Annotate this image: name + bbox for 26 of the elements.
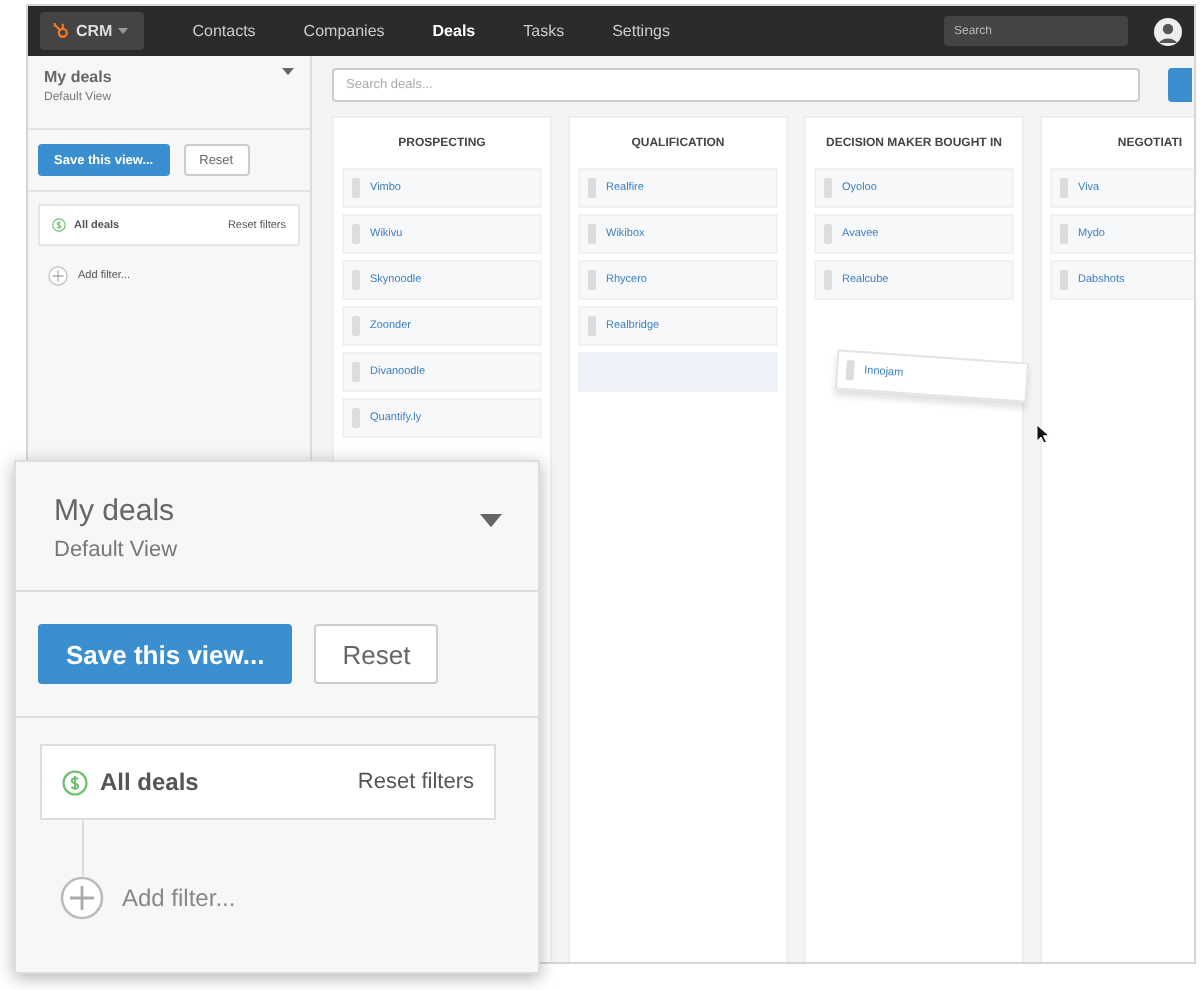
action-button[interactable] — [1168, 68, 1192, 102]
view-title: My deals — [44, 68, 112, 86]
crm-menu[interactable]: CRM — [40, 12, 145, 50]
avatar-icon[interactable] — [1154, 17, 1182, 45]
nav-tab[interactable]: Companies — [303, 22, 385, 40]
crm-label: CRM — [76, 22, 113, 40]
add-icon[interactable] — [48, 266, 68, 286]
filter-label: All deals — [100, 768, 199, 796]
reset-filters-link[interactable]: Reset filters — [357, 770, 474, 794]
save-view-button[interactable]: Save this view... — [38, 624, 293, 684]
view-title: My deals — [54, 494, 177, 528]
reset-button[interactable]: Reset — [314, 624, 439, 684]
dollar-icon — [62, 769, 88, 795]
view-subtitle: Default View — [54, 538, 178, 562]
sprocket-logo-icon — [52, 22, 70, 40]
caret-icon[interactable] — [480, 514, 502, 528]
nav-tab[interactable]: Settings — [612, 22, 670, 40]
dollar-icon — [52, 218, 66, 232]
drag-handle-icon[interactable] — [845, 360, 855, 381]
caret-icon[interactable] — [282, 68, 294, 76]
caret-icon — [118, 28, 129, 34]
nav-tab[interactable]: Deals — [432, 22, 476, 40]
add-filter-link[interactable]: Add filter... — [122, 884, 236, 912]
add-icon[interactable] — [60, 876, 104, 920]
nav-tab[interactable]: Contacts — [192, 22, 256, 40]
nav-tab[interactable]: Tasks — [523, 22, 565, 40]
